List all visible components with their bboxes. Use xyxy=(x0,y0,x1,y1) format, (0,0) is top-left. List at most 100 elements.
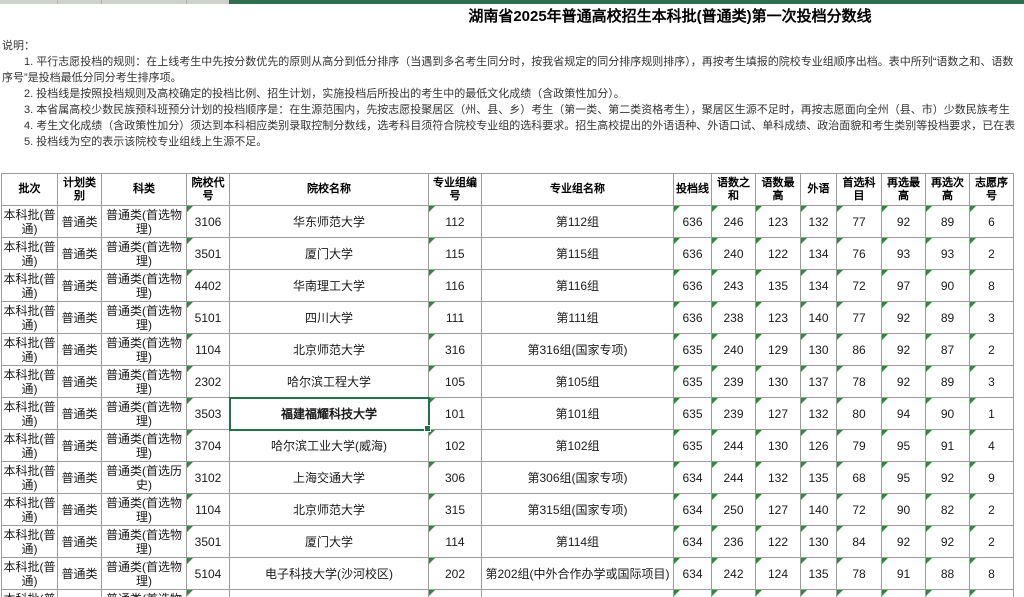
cell-college-name[interactable]: 北京师范大学 xyxy=(230,494,429,526)
cell-plan-type[interactable]: 普通类 xyxy=(58,238,102,270)
cell-college-code[interactable] xyxy=(187,590,230,597)
cell-college-name[interactable]: 哈尔滨工业大学(威海) xyxy=(230,430,429,462)
cell-group-name[interactable]: 第102组 xyxy=(482,430,674,462)
cell-score-line[interactable]: 636 xyxy=(674,302,712,334)
cell-score-line[interactable]: 635 xyxy=(674,430,712,462)
cell-first-subject[interactable]: 78 xyxy=(837,558,882,590)
cell-reselect-2nd[interactable]: 87 xyxy=(926,334,970,366)
cell-preference-no[interactable]: 1 xyxy=(970,398,1014,430)
cell-reselect-2nd[interactable]: 88 xyxy=(926,558,970,590)
cell-college-name[interactable]: 厦门大学 xyxy=(230,238,429,270)
cell-foreign-lang[interactable]: 135 xyxy=(801,558,837,590)
col-header-group-code[interactable]: 专业组编号 xyxy=(429,174,482,206)
cell-subject-type[interactable]: 普通类(首选物理) xyxy=(102,494,187,526)
cell-group-name[interactable]: 第316组(国家专项) xyxy=(482,334,674,366)
cell-group-code[interactable]: 102 xyxy=(429,430,482,462)
cell-college-code[interactable]: 3106 xyxy=(187,206,230,238)
cell-group-code[interactable] xyxy=(429,590,482,597)
cell-subject-type[interactable]: 普通类(首选物理) xyxy=(102,270,187,302)
cell-preference-no[interactable] xyxy=(970,590,1014,597)
cell-reselect-max[interactable]: 97 xyxy=(882,270,926,302)
cell-chn-math-max[interactable]: 130 xyxy=(756,430,801,462)
cell-group-code[interactable]: 112 xyxy=(429,206,482,238)
cell-group-name[interactable]: 第116组 xyxy=(482,270,674,302)
cell-college-code[interactable]: 5104 xyxy=(187,558,230,590)
cell-chn-math-max[interactable]: 127 xyxy=(756,398,801,430)
cell-reselect-2nd[interactable]: 90 xyxy=(926,398,970,430)
cell-college-code[interactable]: 3102 xyxy=(187,462,230,494)
cell-reselect-2nd[interactable]: 93 xyxy=(926,238,970,270)
cell-reselect-2nd[interactable]: 92 xyxy=(926,462,970,494)
cell-group-code[interactable]: 111 xyxy=(429,302,482,334)
cell-chn-math-max[interactable]: 122 xyxy=(756,238,801,270)
cell-chn-math-sum[interactable]: 240 xyxy=(712,334,756,366)
cell-preference-no[interactable]: 4 xyxy=(970,430,1014,462)
cell-plan-type[interactable]: 普通类 xyxy=(58,430,102,462)
cell-foreign-lang[interactable]: 126 xyxy=(801,430,837,462)
cell-college-name[interactable]: 北京师范大学 xyxy=(230,334,429,366)
cell-chn-math-sum[interactable]: 246 xyxy=(712,206,756,238)
cell-group-code[interactable]: 306 xyxy=(429,462,482,494)
cell-foreign-lang[interactable]: 130 xyxy=(801,334,837,366)
cell-chn-math-sum[interactable]: 240 xyxy=(712,238,756,270)
cell-foreign-lang[interactable] xyxy=(801,590,837,597)
cell-plan-type[interactable]: 普通类 xyxy=(58,334,102,366)
cell-group-code[interactable]: 202 xyxy=(429,558,482,590)
cell-group-code[interactable]: 316 xyxy=(429,334,482,366)
cell-chn-math-sum[interactable]: 238 xyxy=(712,302,756,334)
col-header-chn-math-sum[interactable]: 语数之和 xyxy=(712,174,756,206)
cell-preference-no[interactable]: 6 xyxy=(970,206,1014,238)
cell-college-name[interactable]: 四川大学 xyxy=(230,302,429,334)
cell-reselect-max[interactable]: 92 xyxy=(882,206,926,238)
cell-batch[interactable]: 本科批(普通) xyxy=(2,462,58,494)
cell-batch[interactable]: 本科批(普通) xyxy=(2,494,58,526)
cell-batch[interactable]: 本科批(普通) xyxy=(2,270,58,302)
cell-subject-type[interactable]: 普通类(首选物理) xyxy=(102,526,187,558)
cell-foreign-lang[interactable]: 135 xyxy=(801,462,837,494)
col-header-foreign-lang[interactable]: 外语 xyxy=(801,174,837,206)
cell-college-name[interactable] xyxy=(230,590,429,597)
cell-preference-no[interactable]: 3 xyxy=(970,366,1014,398)
cell-chn-math-max[interactable]: 129 xyxy=(756,334,801,366)
cell-score-line[interactable]: 636 xyxy=(674,270,712,302)
cell-foreign-lang[interactable]: 134 xyxy=(801,270,837,302)
cell-preference-no[interactable]: 8 xyxy=(970,558,1014,590)
cell-college-name[interactable]: 华东师范大学 xyxy=(230,206,429,238)
cell-foreign-lang[interactable]: 140 xyxy=(801,494,837,526)
cell-college-code[interactable]: 2302 xyxy=(187,366,230,398)
col-header-subject-type[interactable]: 科类 xyxy=(102,174,187,206)
cell-subject-type[interactable]: 普通类(首选物理) xyxy=(102,366,187,398)
cell-reselect-max[interactable]: 92 xyxy=(882,366,926,398)
cell-subject-type[interactable]: 普通类(首选物理) xyxy=(102,558,187,590)
cell-subject-type[interactable]: 普通类(首选物理) xyxy=(102,590,187,597)
cell-reselect-max[interactable]: 93 xyxy=(882,238,926,270)
cell-first-subject[interactable]: 84 xyxy=(837,526,882,558)
col-header-chn-math-max[interactable]: 语数最高 xyxy=(756,174,801,206)
cell-chn-math-sum[interactable]: 236 xyxy=(712,526,756,558)
cell-batch[interactable]: 本科批(普通) xyxy=(2,430,58,462)
cell-reselect-2nd[interactable]: 91 xyxy=(926,430,970,462)
cell-chn-math-sum[interactable]: 250 xyxy=(712,494,756,526)
cell-chn-math-max[interactable]: 123 xyxy=(756,206,801,238)
cell-plan-type[interactable]: 普通类 xyxy=(58,302,102,334)
cell-first-subject[interactable]: 72 xyxy=(837,270,882,302)
cell-batch[interactable]: 本科批(普通) xyxy=(2,398,58,430)
cell-batch[interactable]: 本科批(普通) xyxy=(2,334,58,366)
cell-foreign-lang[interactable]: 132 xyxy=(801,206,837,238)
cell-plan-type[interactable]: 普通类 xyxy=(58,270,102,302)
cell-college-code[interactable]: 3704 xyxy=(187,430,230,462)
col-header-reselect-max[interactable]: 再选最高 xyxy=(882,174,926,206)
cell-plan-type[interactable]: 普通类 xyxy=(58,558,102,590)
cell-reselect-2nd[interactable]: 92 xyxy=(926,526,970,558)
cell-subject-type[interactable]: 普通类(首选物理) xyxy=(102,302,187,334)
cell-preference-no[interactable]: 9 xyxy=(970,462,1014,494)
cell-college-code[interactable]: 1104 xyxy=(187,494,230,526)
cell-score-line[interactable]: 636 xyxy=(674,238,712,270)
cell-chn-math-sum[interactable]: 244 xyxy=(712,462,756,494)
cell-group-code[interactable]: 115 xyxy=(429,238,482,270)
col-header-plan-type[interactable]: 计划类别 xyxy=(58,174,102,206)
cell-college-name[interactable]: 华南理工大学 xyxy=(230,270,429,302)
cell-chn-math-max[interactable]: 127 xyxy=(756,494,801,526)
cell-reselect-2nd[interactable]: 89 xyxy=(926,206,970,238)
cell-group-code[interactable]: 315 xyxy=(429,494,482,526)
